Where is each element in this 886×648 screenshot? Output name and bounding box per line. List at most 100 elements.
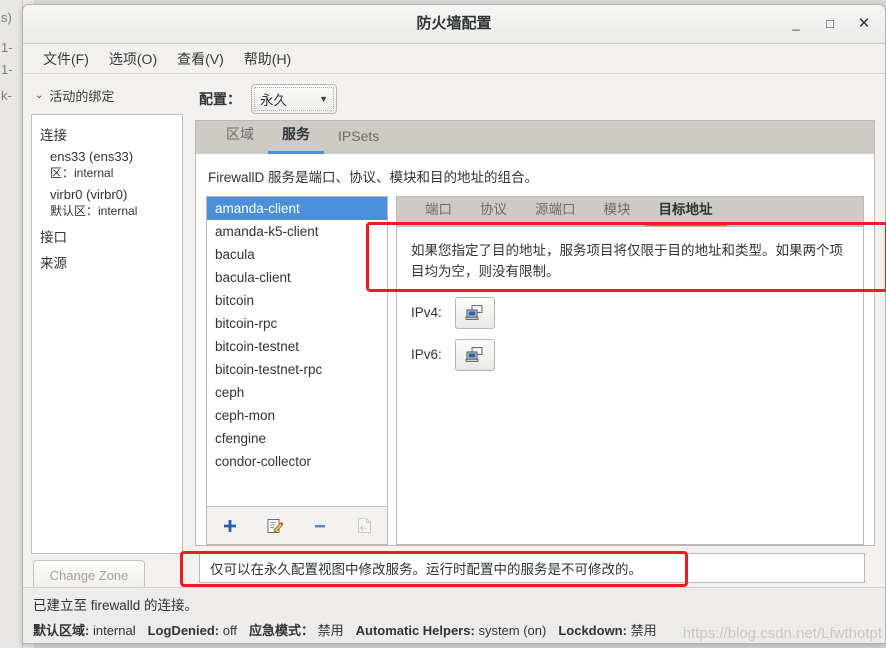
tree-group-connections[interactable]: 连接 bbox=[32, 121, 182, 147]
list-item[interactable]: cfengine bbox=[207, 427, 387, 450]
menu-file[interactable]: 文件(F) bbox=[33, 46, 99, 72]
list-item[interactable]: amanda-client bbox=[207, 197, 387, 220]
network-computer-icon bbox=[465, 346, 483, 362]
background-fragment: s) bbox=[1, 10, 12, 25]
connection-status: 已建立至 firewalld 的连接。 bbox=[33, 598, 199, 613]
status-key: 应急模式： bbox=[248, 623, 314, 638]
menu-view[interactable]: 查看(V) bbox=[167, 46, 234, 72]
active-bindings-pane: ⌄ 活动的绑定 连接 ens33 (ens33) 区：internal virb… bbox=[23, 74, 191, 590]
status-value: 禁用 bbox=[630, 623, 657, 638]
ipv6-field[interactable] bbox=[455, 338, 495, 371]
tree-item-zone: 默认区：internal bbox=[50, 204, 138, 218]
tree-item-name: ens33 (ens33) bbox=[50, 149, 134, 164]
ipv4-label: IPv4: bbox=[411, 305, 442, 321]
minimize-button[interactable]: _ bbox=[785, 14, 807, 34]
detail-tabstrip: 端口 协议 源端口 模块 目标地址 bbox=[396, 196, 864, 226]
services-column: amanda-client amanda-k5-client bacula ba… bbox=[206, 196, 388, 545]
network-computer-icon bbox=[465, 304, 483, 320]
services-content: amanda-client amanda-k5-client bacula ba… bbox=[196, 196, 874, 545]
ipv6-row: IPv6: bbox=[411, 338, 849, 371]
services-toolbar bbox=[206, 507, 388, 545]
bindings-tree[interactable]: 连接 ens33 (ens33) 区：internal virbr0 (virb… bbox=[31, 114, 183, 554]
tree-group-sources[interactable]: 来源 bbox=[32, 249, 182, 275]
status-key: 默认区域: bbox=[33, 623, 90, 638]
services-list[interactable]: amanda-client amanda-k5-client bacula ba… bbox=[206, 196, 388, 507]
status-fields: 默认区域: internal LogDenied: off 应急模式： 禁用 A… bbox=[33, 620, 875, 639]
background-fragment: 1- bbox=[1, 40, 13, 55]
list-item[interactable]: bitcoin bbox=[207, 289, 387, 312]
tab-source-ports[interactable]: 源端口 bbox=[521, 196, 590, 226]
status-default-zone: 默认区域: internal bbox=[33, 620, 136, 639]
close-button[interactable]: ✕ bbox=[853, 14, 875, 34]
change-zone-button[interactable]: Change Zone bbox=[33, 560, 145, 590]
remove-icon[interactable] bbox=[305, 513, 335, 539]
background-fragment: k- bbox=[1, 88, 12, 103]
list-item[interactable]: ceph bbox=[207, 381, 387, 404]
window-title: 防火墙配置 bbox=[416, 15, 492, 32]
ipv6-label: IPv6: bbox=[411, 347, 442, 363]
status-panic-mode: 应急模式： 禁用 bbox=[249, 620, 344, 639]
add-icon[interactable] bbox=[215, 513, 245, 539]
status-value: off bbox=[222, 623, 237, 638]
tab-modules[interactable]: 模块 bbox=[590, 196, 645, 226]
chevron-down-icon: ⌄ bbox=[35, 89, 44, 101]
list-item[interactable]: bacula-client bbox=[207, 266, 387, 289]
status-value: 禁用 bbox=[317, 623, 344, 638]
load-defaults-icon bbox=[350, 513, 380, 539]
list-item[interactable]: amanda-k5-client bbox=[207, 220, 387, 243]
tab-destination[interactable]: 目标地址 bbox=[644, 196, 727, 226]
menubar: 文件(F) 选项(O) 查看(V) 帮助(H) bbox=[23, 44, 885, 74]
tab-ports[interactable]: 端口 bbox=[411, 196, 466, 226]
status-lockdown: Lockdown: 禁用 bbox=[558, 620, 656, 639]
readonly-hint: 仅可以在永久配置视图中修改服务。运行时配置中的服务是不可修改的。 bbox=[199, 553, 865, 583]
tree-group-interfaces[interactable]: 接口 bbox=[32, 223, 182, 249]
configuration-select[interactable]: 永久 ▼ bbox=[251, 84, 337, 114]
ipv4-row: IPv4: bbox=[411, 296, 849, 329]
status-automatic-helpers: Automatic Helpers: system (on) bbox=[356, 623, 547, 638]
status-value: internal bbox=[92, 623, 136, 638]
hint-row: 仅可以在永久配置视图中修改服务。运行时配置中的服务是不可修改的。 bbox=[195, 546, 875, 590]
tree-item-zone: 区：internal bbox=[50, 166, 114, 180]
tree-item-ens33[interactable]: ens33 (ens33) 区：internal bbox=[32, 147, 182, 185]
configuration-row: 配置： 永久 ▼ bbox=[195, 82, 875, 116]
tree-item-name: virbr0 (virbr0) bbox=[50, 187, 128, 202]
main-tabstrip: 区域 服务 IPSets bbox=[196, 121, 874, 154]
change-zone-wrap: Change Zone bbox=[31, 554, 183, 590]
firewall-config-window: 防火墙配置 _ □ ✕ 文件(F) 选项(O) 查看(V) 帮助(H) ⌄ 活动… bbox=[22, 4, 886, 644]
list-item[interactable]: bitcoin-testnet bbox=[207, 335, 387, 358]
status-logdenied: LogDenied: off bbox=[148, 623, 237, 638]
configuration-label: 配置： bbox=[199, 91, 241, 107]
destination-hint: 如果您指定了目的地址，服务项目将仅限于目的地址和类型。如果两个项目均为空，则没有… bbox=[411, 243, 843, 279]
window-body: ⌄ 活动的绑定 连接 ens33 (ens33) 区：internal virb… bbox=[23, 74, 885, 590]
tab-zones[interactable]: 区域 bbox=[212, 121, 268, 154]
status-key: LogDenied: bbox=[147, 623, 220, 638]
service-detail-column: 端口 协议 源端口 模块 目标地址 如果您指定了目的地址，服务项目将仅限于目的地… bbox=[396, 196, 864, 545]
active-bindings-label: 活动的绑定 bbox=[49, 88, 115, 104]
ipv4-field[interactable] bbox=[455, 296, 495, 329]
menu-help[interactable]: 帮助(H) bbox=[234, 46, 301, 72]
list-item[interactable]: condor-collector bbox=[207, 450, 387, 473]
list-item[interactable]: bitcoin-testnet-rpc bbox=[207, 358, 387, 381]
tab-protocols[interactable]: 协议 bbox=[466, 196, 521, 226]
list-item[interactable]: bacula bbox=[207, 243, 387, 266]
chevron-down-icon: ▼ bbox=[319, 94, 328, 104]
edit-icon[interactable] bbox=[260, 513, 290, 539]
active-bindings-expander[interactable]: ⌄ 活动的绑定 bbox=[31, 82, 183, 108]
maximize-button[interactable]: □ bbox=[819, 14, 841, 34]
destination-panel: 如果您指定了目的地址，服务项目将仅限于目的地址和类型。如果两个项目均为空，则没有… bbox=[396, 226, 864, 545]
tab-ipsets[interactable]: IPSets bbox=[324, 122, 393, 154]
status-key: Automatic Helpers: bbox=[355, 623, 475, 638]
main-notebook: 区域 服务 IPSets FirewallD 服务是端口、协议、模块和目的地址的… bbox=[195, 120, 875, 546]
tree-item-virbr0[interactable]: virbr0 (virbr0) 默认区：internal bbox=[32, 185, 182, 223]
main-pane: 配置： 永久 ▼ 区域 服务 IPSets FirewallD 服务是端口、协议… bbox=[191, 74, 885, 590]
status-key: Lockdown: bbox=[558, 623, 627, 638]
titlebar: 防火墙配置 _ □ ✕ bbox=[23, 5, 885, 44]
list-item[interactable]: ceph-mon bbox=[207, 404, 387, 427]
list-item[interactable]: bitcoin-rpc bbox=[207, 312, 387, 335]
background-fragment: 1- bbox=[1, 62, 13, 77]
status-value: system (on) bbox=[478, 623, 547, 638]
services-description: FirewallD 服务是端口、协议、模块和目的地址的组合。 bbox=[208, 170, 539, 185]
tab-services[interactable]: 服务 bbox=[268, 121, 324, 154]
configuration-selected-value: 永久 bbox=[260, 93, 287, 108]
menu-options[interactable]: 选项(O) bbox=[99, 46, 167, 72]
